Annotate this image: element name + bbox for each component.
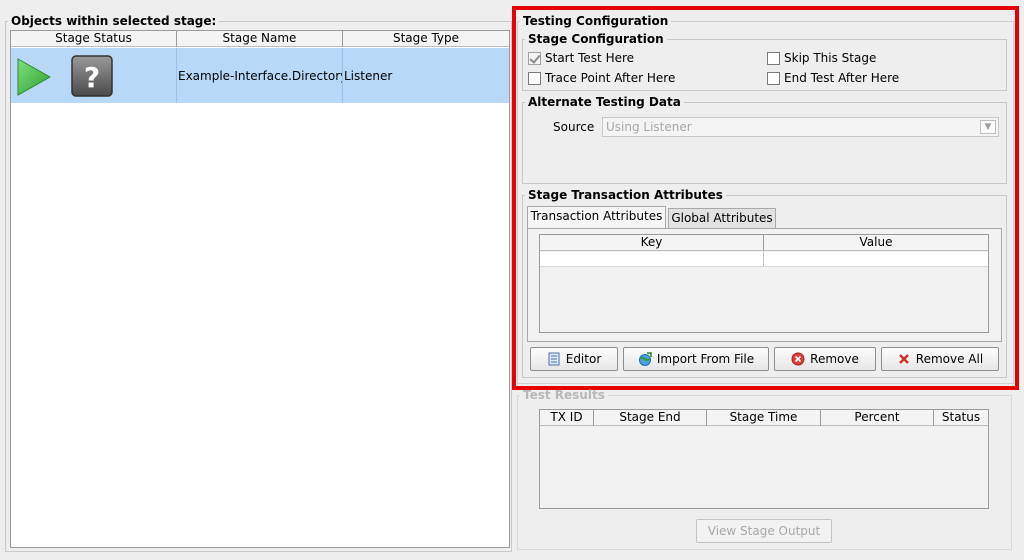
remove-circle-icon: [791, 352, 805, 366]
column-header-status[interactable]: Status: [934, 410, 988, 426]
tab-global-attributes[interactable]: Global Attributes: [668, 208, 776, 229]
column-header-stage-time[interactable]: Stage Time: [707, 410, 821, 426]
end-test-label: End Test After Here: [784, 71, 900, 85]
editor-button-label: Editor: [565, 352, 602, 366]
testing-config-title: Testing Configuration: [523, 14, 669, 28]
chevron-down-icon[interactable]: ▼: [980, 120, 996, 134]
import-button-label: Import From File: [656, 352, 755, 366]
stage-status-cell: ?: [11, 48, 177, 103]
column-header-value[interactable]: Value: [764, 235, 988, 251]
test-results-table-header: TX ID Stage End Stage Time Percent Statu…: [540, 410, 988, 426]
checkbox-icon: [528, 71, 541, 85]
svg-text:?: ?: [84, 61, 100, 94]
start-test-here-checkbox[interactable]: Start Test Here: [528, 51, 634, 65]
stage-config-title: Stage Configuration: [528, 32, 664, 46]
stage-name-cell: Example-Interface.Directory ...: [177, 48, 343, 103]
tab-transaction-attributes[interactable]: Transaction Attributes: [527, 206, 666, 229]
alternate-data-title: Alternate Testing Data: [528, 95, 681, 109]
checkbox-icon: [767, 51, 780, 65]
skip-this-stage-label: Skip This Stage: [784, 51, 877, 65]
source-dropdown-value: Using Listener: [606, 120, 692, 134]
remove-button-label: Remove: [810, 352, 859, 366]
end-test-checkbox[interactable]: End Test After Here: [767, 71, 899, 85]
column-header-tx-id[interactable]: TX ID: [540, 410, 594, 426]
column-header-stage-type[interactable]: Stage Type: [343, 31, 509, 47]
close-icon: [897, 352, 911, 366]
objects-panel-title: Objects within selected stage:: [11, 14, 217, 28]
attributes-table-header: Key Value: [540, 235, 988, 251]
objects-table-header: Stage Status Stage Name Stage Type: [11, 31, 509, 47]
remove-all-button-label: Remove All: [915, 352, 984, 366]
start-test-here-label: Start Test Here: [545, 51, 635, 65]
value-cell[interactable]: [764, 252, 988, 266]
question-icon: ?: [71, 55, 113, 100]
column-header-key[interactable]: Key: [540, 235, 764, 251]
column-header-stage-end[interactable]: Stage End: [594, 410, 707, 426]
editor-button[interactable]: Editor: [530, 347, 618, 371]
source-dropdown[interactable]: Using Listener ▼: [602, 117, 999, 137]
column-header-stage-name[interactable]: Stage Name: [177, 31, 343, 47]
column-header-stage-status[interactable]: Stage Status: [11, 31, 177, 47]
objects-table[interactable]: [10, 30, 510, 548]
document-edit-icon: [547, 352, 561, 366]
trace-point-checkbox[interactable]: Trace Point After Here: [528, 71, 675, 85]
key-cell[interactable]: [540, 252, 764, 266]
remove-button[interactable]: Remove: [774, 347, 876, 371]
stage-type-cell: Listener: [344, 68, 393, 83]
table-row[interactable]: ? Example-Interface.Directory ... Listen…: [11, 48, 509, 103]
remove-all-button[interactable]: Remove All: [881, 347, 999, 371]
checkbox-checked-icon: [528, 51, 541, 65]
checkbox-icon: [767, 71, 780, 85]
import-globe-icon: [638, 352, 652, 366]
alternate-data-group: Alternate Testing Data: [522, 95, 1007, 184]
skip-this-stage-checkbox[interactable]: Skip This Stage: [767, 51, 876, 65]
trace-point-label: Trace Point After Here: [545, 71, 676, 85]
play-icon: [16, 57, 52, 100]
transaction-attrs-title: Stage Transaction Attributes: [528, 188, 723, 202]
source-label: Source: [553, 120, 595, 134]
table-row[interactable]: [540, 252, 988, 267]
import-from-file-button[interactable]: Import From File: [623, 347, 769, 371]
view-stage-output-button[interactable]: View Stage Output: [696, 519, 832, 543]
test-results-title: Test Results: [523, 388, 605, 402]
column-header-percent[interactable]: Percent: [821, 410, 934, 426]
